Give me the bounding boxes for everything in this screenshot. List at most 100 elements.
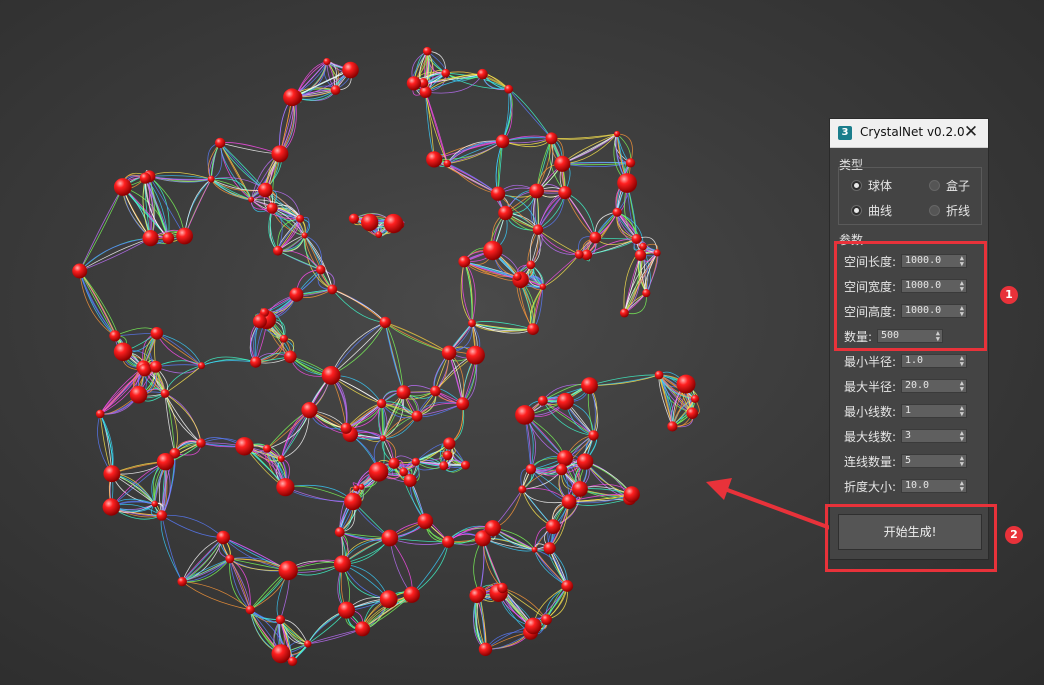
network-sphere <box>361 213 379 232</box>
network-curve <box>425 91 435 160</box>
network-sphere <box>273 245 283 256</box>
network-sphere <box>358 483 365 490</box>
network-sphere <box>323 58 331 66</box>
param-max-lines: 最大线数: <box>844 427 896 445</box>
spinner-value: 1.0 <box>905 355 924 366</box>
network-curve <box>385 322 450 354</box>
network-sphere <box>396 385 411 400</box>
network-curve <box>79 186 124 272</box>
app-icon: 3 <box>838 126 852 140</box>
network-sphere <box>248 196 255 203</box>
network-curve <box>184 178 212 237</box>
param-label: 折度大小: <box>844 479 897 494</box>
network-sphere <box>588 430 599 441</box>
network-sphere <box>399 467 409 477</box>
bend-size-spinner[interactable]: 10.0 ▲ ▼ <box>901 479 967 493</box>
network-sphere <box>439 461 449 471</box>
network-curve <box>411 541 449 595</box>
network-sphere <box>109 330 121 342</box>
spinner-arrows-icon[interactable]: ▲ ▼ <box>960 430 964 443</box>
network-sphere <box>654 370 664 380</box>
spinner-arrows-icon[interactable]: ▲ ▼ <box>960 455 964 468</box>
spinner-value: 3 <box>905 430 912 441</box>
radio-dot <box>929 180 940 191</box>
network-sphere <box>342 61 359 79</box>
network-sphere <box>271 145 289 163</box>
network-sphere <box>113 342 133 362</box>
network-curve <box>534 549 568 587</box>
spinner-arrows-icon[interactable]: ▲ ▼ <box>960 405 964 418</box>
close-icon[interactable]: ✕ <box>960 121 982 143</box>
network-sphere <box>572 481 588 497</box>
network-sphere <box>515 405 535 425</box>
network-sphere <box>289 287 304 302</box>
network-sphere <box>561 580 574 592</box>
network-sphere <box>330 85 341 95</box>
spinner-value: 10.0 <box>905 480 930 491</box>
radio-polyline[interactable]: 折线 <box>929 202 970 219</box>
network-curve <box>161 514 224 538</box>
network-sphere <box>129 385 148 404</box>
spinner-arrows-icon[interactable]: ▲ ▼ <box>960 355 964 368</box>
network-curve <box>155 364 202 368</box>
network-curves <box>79 50 700 666</box>
min-radius-spinner[interactable]: 1.0 ▲ ▼ <box>901 354 967 368</box>
spinner-arrows-icon[interactable]: ▲ ▼ <box>960 480 964 493</box>
radio-dot <box>851 205 862 216</box>
network-curve <box>411 541 449 596</box>
network-sphere <box>555 463 568 476</box>
network-sphere <box>138 363 152 377</box>
max-lines-spinner[interactable]: 3 ▲ ▼ <box>901 429 967 443</box>
network-sphere <box>554 155 571 172</box>
network-sphere <box>333 555 351 573</box>
param-label: 最小半径: <box>844 354 897 369</box>
network-spheres <box>72 46 700 666</box>
radio-label: 折线 <box>946 204 971 218</box>
network-sphere <box>426 151 443 168</box>
spinner-arrows-icon[interactable]: ▲ ▼ <box>960 380 964 393</box>
min-lines-spinner[interactable]: 1 ▲ ▼ <box>901 404 967 418</box>
network-curve <box>79 237 151 272</box>
marker-1: 1 <box>1000 286 1018 304</box>
network-sphere <box>574 250 584 259</box>
network-sphere <box>176 227 194 245</box>
network-curve <box>389 537 413 595</box>
title-bar[interactable]: 3 CrystalNet v0.2.0 ✕ <box>830 119 988 148</box>
network-curve <box>508 88 552 139</box>
network-sphere <box>617 173 637 193</box>
network-sphere <box>316 265 326 275</box>
network-sphere <box>406 76 421 91</box>
param-label: 连线数量: <box>844 454 897 469</box>
network-sphere <box>477 68 488 80</box>
network-sphere <box>160 389 170 398</box>
network-sphere <box>443 159 452 168</box>
network-sphere <box>543 542 556 555</box>
network-curve <box>164 393 202 444</box>
network-sphere <box>338 601 355 619</box>
network-sphere <box>545 132 558 145</box>
link-count-spinner[interactable]: 5 ▲ ▼ <box>901 454 967 468</box>
radio-curve[interactable]: 曲线 <box>851 202 892 219</box>
network-sphere <box>277 455 285 463</box>
max-radius-spinner[interactable]: 20.0 ▲ ▼ <box>901 379 967 393</box>
network-sphere <box>403 586 420 603</box>
network-curve <box>330 322 386 376</box>
param-min-lines: 最小线数: <box>844 402 896 420</box>
network-sphere <box>469 588 485 604</box>
network-sphere <box>301 402 318 419</box>
network-curve <box>79 237 151 272</box>
network-sphere <box>278 560 298 581</box>
network-sphere <box>149 360 162 373</box>
network-sphere <box>348 213 359 224</box>
network-sphere <box>612 207 622 217</box>
network-sphere <box>545 519 561 534</box>
network-sphere <box>72 263 88 279</box>
network-sphere <box>379 316 391 329</box>
radio-box[interactable]: 盒子 <box>929 177 970 194</box>
network-sphere <box>327 284 338 295</box>
network-sphere <box>558 186 572 200</box>
network-curve <box>502 89 512 142</box>
network-sphere <box>484 520 501 537</box>
radio-sphere[interactable]: 球体 <box>851 177 892 194</box>
network-sphere <box>376 398 387 409</box>
